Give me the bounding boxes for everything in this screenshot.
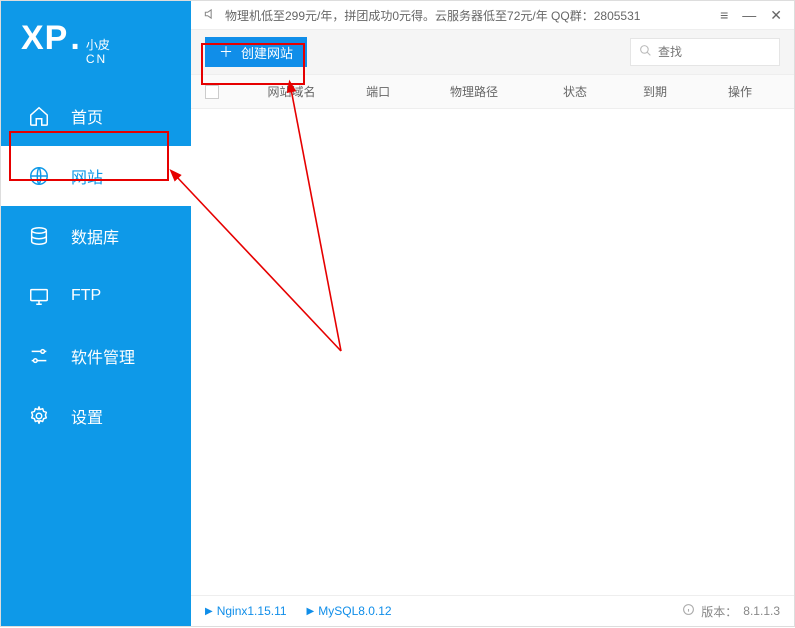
close-button[interactable]: ✕ [770, 7, 782, 24]
info-icon [682, 603, 695, 619]
version-label: 版本： [701, 603, 737, 620]
sidebar-item-software[interactable]: 软件管理 [1, 326, 191, 386]
search-box[interactable] [630, 38, 780, 66]
logo-dot: . [70, 19, 79, 58]
sidebar-item-database[interactable]: 数据库 [1, 206, 191, 266]
sidebar-item-settings[interactable]: 设置 [1, 386, 191, 446]
logo: XP . 小皮 CN [1, 1, 191, 86]
service-label: Nginx1.15.11 [217, 604, 287, 618]
column-expire: 到期 [610, 83, 700, 100]
sidebar-item-label: 设置 [71, 404, 103, 428]
play-icon: ▶ [205, 606, 213, 617]
announcement-text: 物理机低至299元/年，拼团成功0元得。云服务器低至72元/年 QQ群：2805… [225, 7, 720, 24]
logo-sub: 小皮 CN [86, 38, 110, 66]
create-website-button[interactable]: ＋ 创建网站 [205, 37, 307, 67]
column-action: 操作 [700, 83, 780, 100]
minimize-button[interactable]: — [742, 7, 756, 24]
service-mysql[interactable]: ▶ MySQL8.0.12 [307, 604, 392, 618]
menu-button[interactable]: ≡ [720, 7, 728, 24]
window-controls: ≡ — ✕ [720, 7, 782, 24]
search-input[interactable] [658, 45, 771, 59]
logo-text: XP [21, 19, 68, 58]
select-all-checkbox[interactable] [205, 85, 219, 99]
sidebar-item-label: 软件管理 [71, 344, 135, 368]
sidebar-item-home[interactable]: 首页 [1, 86, 191, 146]
column-domain: 网站域名 [235, 83, 348, 100]
column-path: 物理路径 [408, 83, 540, 100]
service-label: MySQL8.0.12 [318, 604, 391, 618]
monitor-icon [27, 284, 51, 308]
statusbar: ▶ Nginx1.15.11 ▶ MySQL8.0.12 版本： 8.1.1.3 [191, 596, 794, 626]
toolbar: ＋ 创建网站 [191, 29, 794, 75]
sidebar-item-label: 网站 [71, 164, 103, 188]
sidebar-item-label: 数据库 [71, 224, 119, 248]
sidebar-item-website[interactable]: 网站 [1, 146, 191, 206]
plus-icon: ＋ [219, 42, 233, 62]
gear-icon [27, 404, 51, 428]
table-body [191, 109, 794, 596]
sidebar-item-ftp[interactable]: FTP [1, 266, 191, 326]
sidebar-item-label: FTP [71, 287, 101, 305]
column-checkbox [205, 85, 235, 99]
version-number: 8.1.1.3 [743, 604, 780, 618]
column-port: 端口 [348, 83, 408, 100]
service-nginx[interactable]: ▶ Nginx1.15.11 [205, 604, 287, 618]
sidebar: XP . 小皮 CN 首页 网站 数据库 FTP 软件管理 [1, 1, 191, 626]
search-icon [639, 44, 652, 60]
titlebar: 物理机低至299元/年，拼团成功0元得。云服务器低至72元/年 QQ群：2805… [191, 1, 794, 29]
database-icon [27, 224, 51, 248]
create-button-label: 创建网站 [241, 43, 293, 62]
globe-icon [27, 164, 51, 188]
speaker-icon [203, 7, 217, 24]
table-header: 网站域名 端口 物理路径 状态 到期 操作 [191, 75, 794, 109]
main-content: 物理机低至299元/年，拼团成功0元得。云服务器低至72元/年 QQ群：2805… [191, 1, 794, 626]
column-status: 状态 [540, 83, 610, 100]
play-icon: ▶ [307, 606, 315, 617]
home-icon [27, 104, 51, 128]
sidebar-item-label: 首页 [71, 104, 103, 128]
status-right: 版本： 8.1.1.3 [682, 603, 780, 620]
sliders-icon [27, 344, 51, 368]
